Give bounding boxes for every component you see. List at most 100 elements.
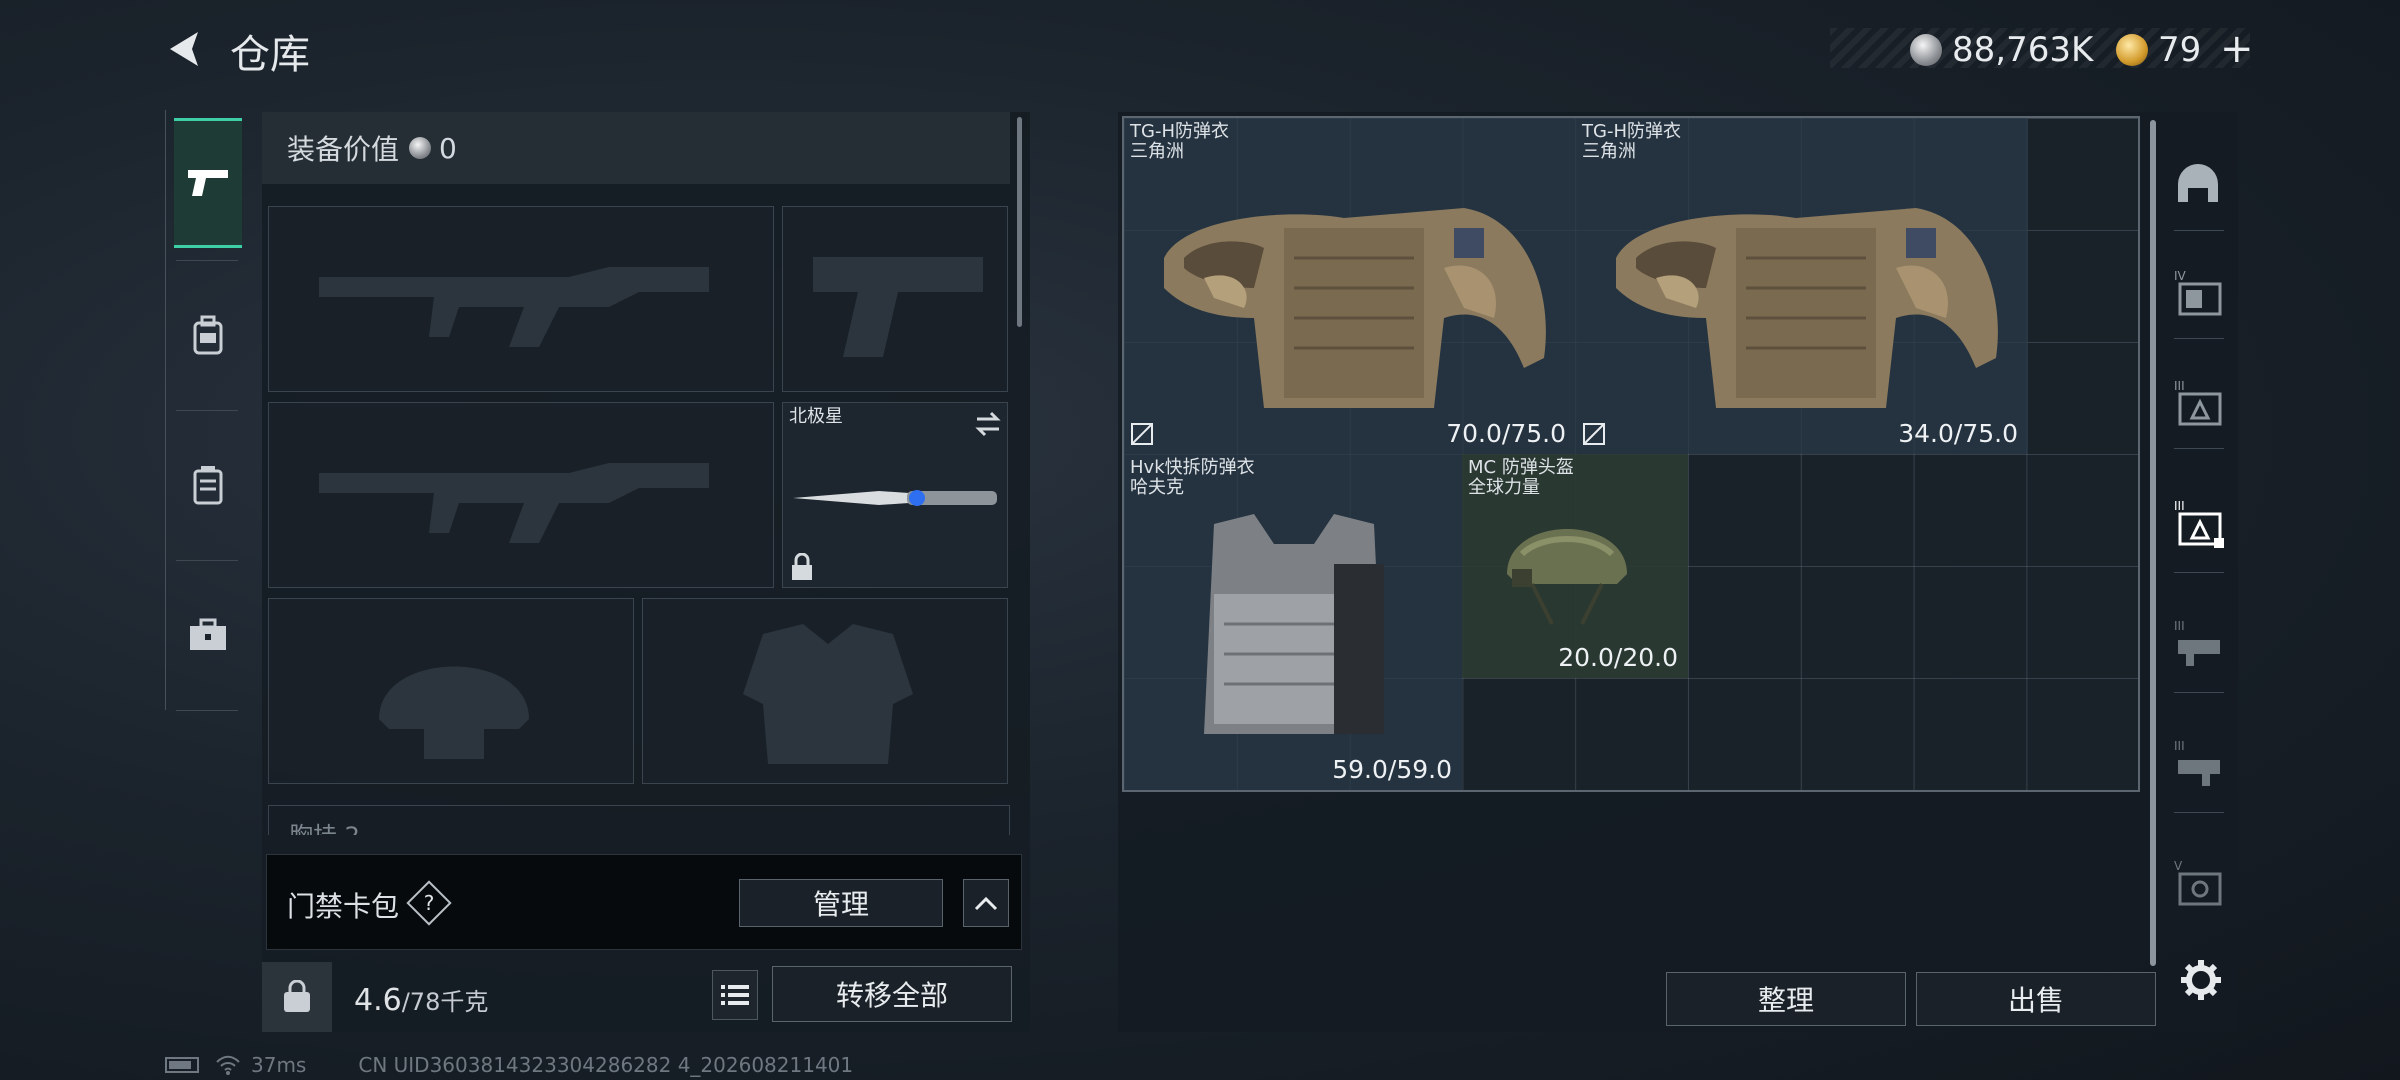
no-insurance-icon xyxy=(1131,423,1153,445)
stash-item-armor[interactable]: TG-H防弹衣 三角洲 34.0/75.0 xyxy=(1576,118,2028,454)
melee-slot[interactable]: 北极星 xyxy=(782,402,1008,588)
level-ii-filter[interactable]: III xyxy=(2166,612,2230,676)
equipment-value: 0 xyxy=(439,131,457,165)
primary-weapon-slot[interactable] xyxy=(268,206,774,392)
user-uid: CN UID3603814323304286282 4_202608211401 xyxy=(358,1053,854,1077)
stash-filter-sidebar: IV III III III III V xyxy=(2158,112,2238,932)
sort-button[interactable]: 整理 xyxy=(1666,972,1906,1026)
transfer-all-button[interactable]: 转移全部 xyxy=(772,966,1012,1022)
equipment-panel: 装备价值 0 北极星 门禁卡包 ? 管理 4.6/78千克 转移全部 xyxy=(262,112,1030,1032)
pistol-icon xyxy=(188,170,228,196)
no-insurance-icon xyxy=(1583,423,1605,445)
stash-panel: TG-H防弹衣 三角洲 70.0/75.0 TG-H防弹衣 三角洲 34.0/7… xyxy=(1118,112,2238,1032)
silver-coin-icon xyxy=(1910,34,1942,66)
silver-coin-icon xyxy=(409,137,432,159)
rifle-silhouette-icon xyxy=(319,463,709,543)
secondary-weapon-slot[interactable] xyxy=(268,402,774,588)
camo-vest-image xyxy=(1616,208,1998,408)
wifi-icon xyxy=(216,1055,240,1075)
level-iii-selected-filter[interactable]: III xyxy=(2166,492,2230,556)
chest-rig-count: 2 xyxy=(345,822,360,835)
list-view-button[interactable] xyxy=(712,970,758,1020)
rifle-silhouette-icon xyxy=(319,267,709,347)
chest-rig-label: 胸挂 xyxy=(289,822,337,835)
swap-icon[interactable] xyxy=(973,409,1003,439)
stash-scrollbar[interactable] xyxy=(2150,120,2156,966)
plate-carrier-image xyxy=(1204,514,1384,734)
stash-grid: TG-H防弹衣 三角洲 70.0/75.0 TG-H防弹衣 三角洲 34.0/7… xyxy=(1122,116,2140,792)
item-name: TG-H防弹衣 三角洲 xyxy=(1582,121,1681,162)
currency-gold: 79 xyxy=(2116,30,2201,70)
stash-item-armor[interactable]: Hvk快拆防弹衣 哈夫克 59.0/59.0 xyxy=(1124,454,1462,790)
item-name: TG-H防弹衣 三角洲 xyxy=(1130,121,1229,162)
armor-slot[interactable] xyxy=(642,598,1008,784)
gear-icon xyxy=(2181,960,2221,1000)
stash-item-helmet[interactable]: MC 防弹头盔 全球力量 20.0/20.0 xyxy=(1462,454,1688,678)
level-iii-filter[interactable]: III xyxy=(2166,372,2230,436)
stash-item-armor[interactable]: TG-H防弹衣 三角洲 70.0/75.0 xyxy=(1124,118,1576,454)
svg-text:III: III xyxy=(2174,739,2185,753)
carry-weight: 4.6/78千克 xyxy=(354,982,488,1018)
back-button[interactable] xyxy=(162,26,208,72)
tab-briefcase[interactable] xyxy=(174,570,242,700)
chest-rig-row[interactable]: 胸挂 2 xyxy=(268,805,1010,835)
level-ii-alt-icon: III xyxy=(2174,739,2220,786)
manage-button[interactable]: 管理 xyxy=(739,879,943,927)
currency-silver: 88,763K xyxy=(1910,30,2093,70)
status-bar: 37ms CN UID3603814323304286282 4_2026082… xyxy=(165,1052,853,1078)
svg-text:V: V xyxy=(2174,859,2183,873)
level-v-filter[interactable]: V xyxy=(2166,852,2230,916)
backpack-icon xyxy=(193,315,223,355)
back-arrow-icon xyxy=(170,32,198,66)
add-currency-button[interactable]: + xyxy=(2220,26,2254,72)
silver-amount: 88,763K xyxy=(1952,30,2094,70)
item-name: Hvk快拆防弹衣 哈夫克 xyxy=(1130,457,1255,498)
weight-bar: 4.6/78千克 转移全部 xyxy=(262,962,1022,1032)
svg-text:IV: IV xyxy=(2174,269,2187,283)
weight-current: 4.6 xyxy=(354,983,402,1018)
level-iii-armor-selected-icon: III xyxy=(2174,499,2224,548)
helmet-slot-icon xyxy=(2178,164,2218,202)
page-title: 仓库 xyxy=(230,32,310,78)
equipment-scrollbar[interactable] xyxy=(1017,117,1022,327)
helmet-image xyxy=(1507,529,1627,625)
level-iv-armor-icon: IV xyxy=(2174,269,2222,316)
lock-icon xyxy=(792,553,812,580)
melee-name: 北极星 xyxy=(789,406,843,427)
collapse-button[interactable] xyxy=(963,879,1009,927)
svg-text:III: III xyxy=(2174,619,2185,633)
helmet-slot-filter[interactable] xyxy=(2166,152,2230,216)
pistol-slot[interactable] xyxy=(782,206,1008,392)
knife-icon xyxy=(793,490,997,506)
pistol-silhouette-icon xyxy=(813,257,983,357)
list-icon xyxy=(721,985,749,1005)
svg-text:III: III xyxy=(2174,379,2185,393)
sell-button[interactable]: 出售 xyxy=(1916,972,2156,1026)
equipment-value-row: 装备价值 0 xyxy=(262,112,1010,184)
help-icon[interactable]: ? xyxy=(406,880,452,926)
gold-amount: 79 xyxy=(2158,30,2202,70)
keycard-pack: 门禁卡包 ? 管理 xyxy=(266,854,1022,950)
currency-bar: 88,763K 79 + xyxy=(1830,26,2254,72)
camo-vest-image xyxy=(1164,208,1546,408)
level-ii-alt-filter[interactable]: III xyxy=(2166,732,2230,796)
helmet-slot[interactable] xyxy=(268,598,634,784)
gold-coin-icon xyxy=(2116,34,2148,66)
tab-weapons[interactable] xyxy=(174,118,242,248)
tab-chest-rig[interactable] xyxy=(174,420,242,550)
item-durability: 34.0/75.0 xyxy=(1898,419,2018,448)
level-iv-filter[interactable]: IV xyxy=(2166,262,2230,326)
chevron-up-icon xyxy=(974,896,998,911)
keycard-pack-label: 门禁卡包 xyxy=(287,890,400,923)
level-v-icon: V xyxy=(2174,859,2222,906)
equipment-value-label: 装备价值 xyxy=(287,133,400,166)
tab-backpack[interactable] xyxy=(174,270,242,400)
briefcase-icon xyxy=(190,618,226,650)
item-durability: 59.0/59.0 xyxy=(1332,755,1452,784)
backpack-weight-icon xyxy=(262,962,332,1032)
svg-text:III: III xyxy=(2174,499,2185,513)
level-ii-icon: III xyxy=(2174,619,2220,666)
helmet-silhouette-icon xyxy=(379,666,529,759)
settings-button[interactable] xyxy=(2173,952,2229,1008)
battery-icon xyxy=(165,1057,199,1073)
